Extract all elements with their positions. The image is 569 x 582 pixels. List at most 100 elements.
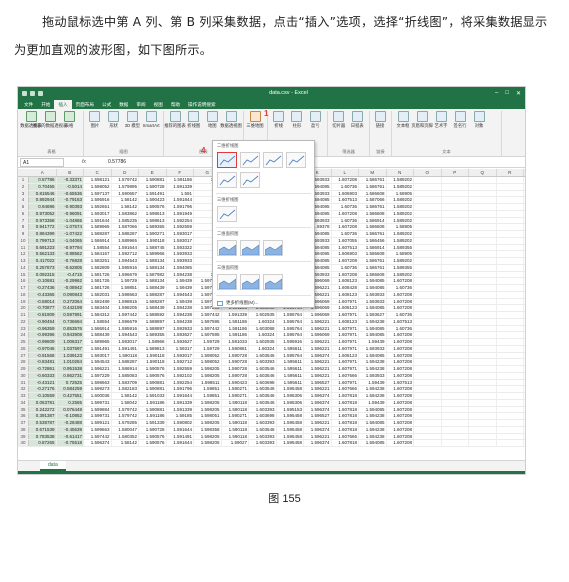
table-cell[interactable]: 1.603546 <box>249 426 277 433</box>
row-number[interactable]: 10 <box>18 237 29 244</box>
table-cell[interactable]: 1.590271 <box>222 393 249 399</box>
table-cell[interactable]: 1.592651 <box>84 204 112 210</box>
table-cell[interactable]: 1.597442 <box>112 312 139 318</box>
table-cell[interactable]: 1.592712 <box>112 251 139 257</box>
table-cell[interactable]: -0.43121 <box>29 379 57 386</box>
column-header[interactable]: M <box>359 169 387 176</box>
table-cell[interactable]: 1.607971 <box>332 359 359 365</box>
table-cell[interactable]: 0.57786 <box>29 177 57 183</box>
table-cell[interactable]: 1.608123 <box>332 305 359 311</box>
table-cell[interactable]: 1.599121 <box>84 420 112 426</box>
table-cell[interactable]: 1.596221 <box>304 372 332 379</box>
table-cell[interactable]: 1.607208 <box>387 413 414 419</box>
table-cell[interactable]: 1.603546 <box>249 386 277 392</box>
table-cell[interactable]: 1.586761 <box>359 264 387 271</box>
table-cell[interactable]: 1.582183 <box>112 386 139 392</box>
table-cell[interactable]: 1.607208 <box>387 426 414 433</box>
table-cell[interactable] <box>414 366 442 372</box>
table-cell[interactable]: 1.607208 <box>387 352 414 359</box>
table-cell[interactable] <box>414 413 442 419</box>
table-cell[interactable] <box>442 318 469 325</box>
table-cell[interactable]: 1.598205 <box>194 372 222 379</box>
table-cell[interactable] <box>442 177 469 183</box>
table-cell[interactable]: 1.59439 <box>359 339 387 345</box>
ribbon-button-1-2[interactable]: 3D 模型 <box>124 111 142 128</box>
table-cell[interactable]: 1.603393 <box>249 420 277 426</box>
line-chart-option[interactable] <box>263 152 283 168</box>
table-cell[interactable] <box>469 345 497 352</box>
table-cell[interactable] <box>414 217 442 224</box>
area-chart-option[interactable] <box>263 240 283 256</box>
table-cell[interactable] <box>442 224 469 230</box>
table-cell[interactable] <box>414 325 442 332</box>
row-number[interactable]: 34 <box>18 399 29 406</box>
table-cell[interactable]: 1.591339 <box>222 312 249 318</box>
table-cell[interactable]: 1.580352 <box>112 433 139 440</box>
table-cell[interactable]: 1.596374 <box>304 406 332 413</box>
table-cell[interactable]: 1.581726 <box>84 271 112 278</box>
table-cell[interactable] <box>469 332 497 338</box>
table-cell[interactable]: 1.607208 <box>387 433 414 440</box>
row-number[interactable]: 19 <box>18 298 29 305</box>
table-cell[interactable]: 1.591644 <box>112 244 139 251</box>
tab-7[interactable]: 视图 <box>150 100 167 109</box>
table-cell[interactable] <box>414 298 442 305</box>
table-cell[interactable]: -0.72861 <box>29 366 57 372</box>
table-cell[interactable]: 0.076448 <box>56 406 84 413</box>
table-cell[interactable]: 1.591186 <box>222 318 249 325</box>
table-cell[interactable]: 1.579895 <box>112 183 139 190</box>
table-cell[interactable]: 1.590728 <box>222 372 249 379</box>
table-cell[interactable]: 1.598613 <box>139 217 167 224</box>
table-cell[interactable] <box>442 366 469 372</box>
table-cell[interactable] <box>442 305 469 311</box>
table-cell[interactable]: 1.594085 <box>359 420 387 426</box>
table-cell[interactable]: 0.70465 <box>29 183 57 190</box>
table-cell[interactable]: 1.603546 <box>249 372 277 379</box>
table-cell[interactable]: 1.599731 <box>84 399 112 406</box>
table-cell[interactable]: 1.590802 <box>167 420 194 426</box>
table-cell[interactable]: 1.589355 <box>139 224 167 230</box>
table-cell[interactable]: 1.607208 <box>387 332 414 338</box>
table-cell[interactable]: 1.585083 <box>112 372 139 379</box>
area-chart-option[interactable] <box>240 240 260 256</box>
table-cell[interactable]: 1.595611 <box>277 345 304 352</box>
table-cell[interactable] <box>469 210 497 217</box>
table-cell[interactable]: 1.594085 <box>359 332 387 338</box>
table-cell[interactable]: 1.594085 <box>359 305 387 311</box>
table-cell[interactable]: 0.671539 <box>29 426 57 433</box>
table-cell[interactable]: 1.598205 <box>194 440 222 446</box>
table-cell[interactable] <box>442 359 469 365</box>
table-cell[interactable]: 1.586608 <box>359 190 387 197</box>
table-cell[interactable]: 1.596221 <box>304 339 332 345</box>
table-cell[interactable]: 1.590728 <box>139 183 167 190</box>
ribbon-button-3-0[interactable]: 三维地图 <box>246 111 264 128</box>
table-cell[interactable]: 1.607666 <box>332 386 359 392</box>
ribbon-button-5-1[interactable]: 日程表 <box>349 111 367 128</box>
table-cell[interactable]: 0.87265 <box>29 440 57 446</box>
table-cell[interactable] <box>469 278 497 284</box>
table-cell[interactable]: -0.88562 <box>56 251 84 257</box>
table-cell[interactable]: -0.5014 <box>56 183 84 190</box>
table-cell[interactable]: 1.595764 <box>277 325 304 332</box>
row-number[interactable]: 2 <box>18 183 29 190</box>
table-cell[interactable] <box>469 204 497 210</box>
table-cell[interactable]: -1.04065 <box>56 237 84 244</box>
row-number[interactable]: 30 <box>18 372 29 379</box>
row-number[interactable]: 18 <box>18 291 29 298</box>
table-cell[interactable]: 1.586608 <box>359 210 387 217</box>
table-cell[interactable]: 1.589202 <box>387 217 414 224</box>
table-cell[interactable]: 1.586608 <box>359 271 387 278</box>
table-cell[interactable] <box>469 325 497 332</box>
table-cell[interactable]: 0.973358 <box>29 217 57 224</box>
table-cell[interactable]: 0.892944 <box>29 197 57 203</box>
row-number[interactable]: 1 <box>18 177 29 183</box>
row-number[interactable]: 32 <box>18 386 29 392</box>
table-cell[interactable]: 1.607818 <box>332 426 359 433</box>
table-cell[interactable] <box>414 177 442 183</box>
table-cell[interactable]: 1.596221 <box>304 318 332 325</box>
table-cell[interactable] <box>497 433 524 440</box>
table-cell[interactable]: 1.607513 <box>387 318 414 325</box>
table-cell[interactable]: 1.607971 <box>332 345 359 352</box>
table-cell[interactable]: 1.595306 <box>277 399 304 406</box>
table-cell[interactable] <box>469 183 497 190</box>
